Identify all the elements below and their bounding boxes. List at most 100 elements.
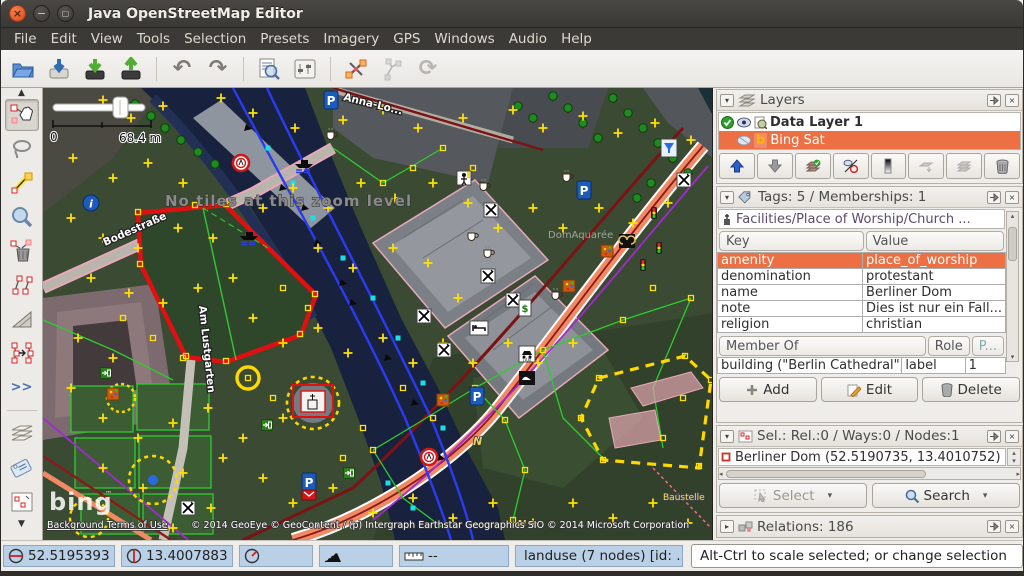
menu-tools[interactable]: Tools: [130, 29, 177, 49]
tag-row[interactable]: nameBerliner Dom: [718, 285, 1006, 301]
layer-delete-button[interactable]: [984, 153, 1020, 179]
unglue-tool[interactable]: [5, 269, 39, 301]
collapse-icon[interactable]: ▾: [720, 430, 734, 443]
toolbar-scroll-up-icon[interactable]: ▲: [18, 88, 25, 98]
open-button[interactable]: [7, 54, 39, 84]
minimize-icon[interactable]: −: [33, 5, 50, 22]
menu-help[interactable]: Help: [554, 29, 599, 49]
tag-row[interactable]: noteDies ist nur ein Fall...: [718, 301, 1006, 317]
selection-list-item[interactable]: Berliner Dom (52.5190735, 13.4010752): [718, 448, 1006, 466]
menu-audio[interactable]: Audio: [502, 29, 554, 49]
tag-row[interactable]: denominationprotestant: [718, 269, 1006, 285]
more-tools-button[interactable]: >>: [5, 371, 39, 403]
parallel-way-tool[interactable]: [5, 337, 39, 369]
layer-activate-button[interactable]: [795, 153, 831, 179]
selection-dialog-toggle[interactable]: [5, 486, 39, 518]
edit-tag-button[interactable]: Edit: [821, 377, 919, 402]
combine-way-button[interactable]: [376, 54, 408, 84]
layer-row-data[interactable]: Data Layer 1: [719, 113, 1020, 131]
pin-icon[interactable]: [987, 94, 1001, 107]
tag-row[interactable]: amenityplace_of_worship: [718, 253, 1006, 269]
layer-visibility-button[interactable]: [833, 153, 869, 179]
upload-button[interactable]: [115, 54, 147, 84]
menu-selection[interactable]: Selection: [177, 29, 253, 49]
menu-file[interactable]: File: [7, 29, 44, 49]
layer-row-bing[interactable]: b Bing Sat: [719, 131, 1020, 149]
merge-down-icon: [918, 159, 934, 173]
angle-ruler-icon: [10, 307, 34, 331]
selection-hscrollbar[interactable]: ◂▸: [718, 467, 1021, 480]
redo-button[interactable]: ↷: [202, 54, 234, 84]
parking-icon: [470, 387, 484, 405]
select-button[interactable]: Select▾: [719, 483, 867, 508]
layers-panel: ▾ Layers × Data Layer 1: [716, 89, 1023, 184]
split-way-button[interactable]: [340, 54, 372, 84]
info-icon: i: [83, 195, 99, 211]
close-panel-icon[interactable]: ×: [1005, 520, 1019, 533]
key-column-header[interactable]: Key: [719, 231, 864, 251]
menu-view[interactable]: View: [84, 29, 130, 49]
collapse-icon[interactable]: ▾: [720, 191, 734, 204]
map-view[interactable]: P: [43, 88, 713, 540]
download-new-layer-button[interactable]: [43, 54, 75, 84]
selection-scroll-arrows[interactable]: ▴▾: [1007, 448, 1021, 466]
tags-dialog-toggle[interactable]: [5, 452, 39, 484]
preset-link[interactable]: Facilities/Place of Worship/Church ...: [718, 209, 1005, 229]
trash-icon: [996, 159, 1009, 174]
menu-presets[interactable]: Presets: [253, 29, 316, 49]
layers-dialog-toggle[interactable]: [5, 418, 39, 450]
add-tag-button[interactable]: Add: [719, 377, 817, 402]
menu-edit[interactable]: Edit: [44, 29, 84, 49]
close-panel-icon[interactable]: ×: [1005, 191, 1019, 204]
toolbar-scroll-down-icon[interactable]: ▼: [18, 519, 25, 529]
close-panel-icon[interactable]: ×: [1005, 430, 1019, 443]
dropdown-caret-icon: ▾: [828, 491, 833, 501]
zoom-tool[interactable]: [5, 201, 39, 233]
opacity-icon: [884, 158, 892, 174]
pin-icon[interactable]: [987, 430, 1001, 443]
value-column-header[interactable]: Value: [866, 231, 1004, 251]
tag-row[interactable]: religionchristian: [718, 317, 1006, 333]
menu-windows[interactable]: Windows: [427, 29, 501, 49]
layer-down-button[interactable]: [757, 153, 793, 179]
menu-gps[interactable]: GPS: [386, 29, 427, 49]
refresh-button[interactable]: ⟳: [412, 54, 444, 84]
delete-tool[interactable]: [5, 235, 39, 267]
position-column-header[interactable]: P...: [972, 336, 1004, 356]
select-move-tool[interactable]: [5, 99, 39, 131]
fountain-icon: [661, 139, 677, 157]
pin-icon[interactable]: [987, 520, 1001, 533]
maximize-icon[interactable]: ▢: [57, 5, 74, 22]
bakery-icon: [619, 234, 635, 248]
close-panel-icon[interactable]: ×: [1005, 94, 1019, 107]
download-button[interactable]: [79, 54, 111, 84]
layer-duplicate-button[interactable]: [946, 153, 982, 179]
restaurant-icon: [484, 203, 498, 217]
pin-icon[interactable]: [987, 191, 1001, 204]
member-of-column-header[interactable]: Member Of: [719, 336, 926, 356]
lasso-tool[interactable]: [5, 133, 39, 165]
undo-button[interactable]: ↶: [166, 54, 198, 84]
layer-opacity-button[interactable]: [871, 153, 907, 179]
close-icon[interactable]: ×: [9, 5, 26, 22]
layer-merge-button[interactable]: [908, 153, 944, 179]
tags-scrollbar[interactable]: ▴▾: [1006, 211, 1019, 362]
search-button[interactable]: Search▾: [872, 483, 1020, 508]
layer-up-button[interactable]: [719, 153, 755, 179]
draw-nodes-tool[interactable]: [5, 167, 39, 199]
relations-panel: ▸ Relations: 186 ×: [716, 515, 1023, 538]
status-bar: 52.5195393 13.4007883 -- landuse (7 node…: [1, 540, 1024, 571]
menu-imagery[interactable]: Imagery: [316, 29, 386, 49]
expand-icon[interactable]: ▸: [720, 520, 734, 533]
restaurant-icon: [437, 343, 451, 357]
membership-row[interactable]: building ("Berlin Cathedral", ... label …: [718, 358, 1006, 374]
toggle-dialogs-button[interactable]: [289, 54, 321, 84]
copyright-text: © 2014 GeoEye © GeoContent / (p) Intergr…: [191, 520, 689, 531]
delete-tag-button[interactable]: Delete: [922, 377, 1020, 402]
measure-angle-tool[interactable]: [5, 303, 39, 335]
activate-layer-icon: [805, 159, 821, 173]
terms-of-use-link[interactable]: Background Terms of Use: [47, 520, 168, 531]
search-presets-button[interactable]: [253, 54, 285, 84]
collapse-icon[interactable]: ▾: [720, 94, 734, 107]
role-column-header[interactable]: Role: [928, 336, 970, 356]
